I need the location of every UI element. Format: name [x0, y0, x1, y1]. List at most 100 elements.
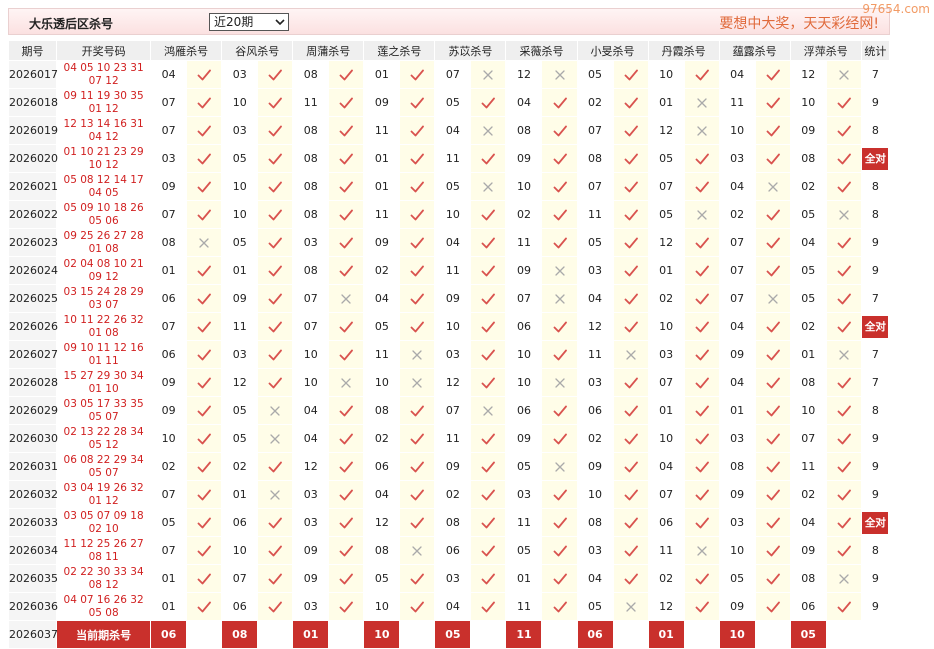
check-icon: [197, 153, 212, 164]
check-icon: [695, 181, 709, 192]
kill-result-cell: [186, 228, 223, 257]
cross-icon: [483, 125, 494, 136]
period-cell: 2026025: [7, 284, 58, 313]
check-icon: [410, 461, 425, 472]
kill-result-cell: [541, 60, 578, 89]
table-row: 2026029 03 05 17 33 35 05 07 09 05 04 08 07 06 06…: [7, 396, 891, 425]
kill-number-cell: 05: [221, 396, 259, 425]
check-icon: [837, 517, 851, 528]
kill-result-cell: [328, 60, 365, 89]
kill-result-cell: [186, 396, 223, 425]
kill-number-cell: 05: [647, 200, 685, 229]
kill-result-cell: [825, 312, 862, 341]
kill-number-cell: 06: [789, 592, 827, 621]
kill-result-cell: [328, 536, 365, 565]
kill-result-cell: [754, 60, 791, 89]
kill-result-cell: [186, 144, 223, 173]
table-row: 2026019 12 13 14 16 31 04 12 07 03 08 11 04 08 07…: [7, 116, 891, 145]
check-icon: [766, 377, 780, 388]
kill-number-cell: 08: [789, 564, 827, 593]
draw-numbers-cell: 01 10 21 23 29 10 12: [56, 144, 152, 173]
check-icon: [339, 209, 354, 220]
kill-result-cell: [683, 88, 720, 117]
check-icon: [766, 349, 780, 360]
cross-icon: [696, 97, 707, 108]
check-icon: [553, 97, 567, 108]
range-select[interactable]: 近20期: [209, 13, 289, 31]
kill-result-cell: [612, 424, 649, 453]
kill-result-cell: [683, 480, 720, 509]
check-icon: [268, 461, 283, 472]
kill-number-cell: 05: [576, 228, 614, 257]
kill-number-cell: 03: [576, 256, 614, 285]
kill-result-cell: [186, 424, 223, 453]
stat-cell: 全对: [860, 508, 891, 537]
cross-icon: [768, 293, 778, 304]
slogan-text[interactable]: 要想中大奖，天天彩经网!: [719, 13, 879, 33]
kill-number-cell: 09: [505, 144, 543, 173]
check-icon: [197, 97, 212, 108]
kill-result-cell: [825, 200, 862, 229]
check-icon: [410, 265, 425, 276]
table-header-row: 期号 开奖号码 鸿雁杀号 谷风杀号 周蒲杀号 莲之杀号 苏苡杀号 采薇杀号 小旻杀号 丹霞杀号 蕴露…: [7, 40, 891, 61]
kill-result-cell: [754, 452, 791, 481]
cross-icon: [270, 489, 280, 500]
check-icon: [410, 69, 425, 80]
stat-cell: 9: [860, 256, 891, 285]
front-numbers: 02 13 22 28 34: [63, 425, 144, 438]
kill-result-cell: [470, 452, 507, 481]
kill-result-cell: [470, 256, 507, 285]
kill-result-cell: [257, 116, 294, 145]
kill-number-cell: 08: [150, 228, 188, 257]
period-cell: 2026037: [7, 620, 58, 649]
table-row: 2026030 02 13 22 28 34 05 12 10 05 04 02 11 09 02…: [7, 424, 891, 453]
kill-number-cell: 08: [292, 144, 330, 173]
kill-result-cell: [612, 88, 649, 117]
stat-cell: 8: [860, 536, 891, 565]
kill-number-cell: 09: [434, 452, 472, 481]
stat-cell: 7: [860, 60, 891, 89]
check-icon: [339, 489, 354, 500]
period-cell: 2026029: [7, 396, 58, 425]
draw-numbers-cell: 04 07 16 26 32 05 08: [56, 592, 152, 621]
kill-result-cell: [399, 424, 436, 453]
draw-numbers-cell: 09 25 26 27 28 01 08: [56, 228, 152, 257]
front-numbers: 05 08 12 14 17: [63, 173, 144, 186]
kill-number-cell: 01: [150, 256, 188, 285]
kill-result-cell: [683, 200, 720, 229]
kill-number-cell: 10: [718, 116, 756, 145]
kill-result-cell: [612, 536, 649, 565]
check-icon: [339, 545, 354, 556]
kill-number-cell: 07: [292, 284, 330, 313]
check-icon: [410, 181, 425, 192]
check-icon: [268, 573, 283, 584]
kill-result-cell: [612, 396, 649, 425]
check-icon: [766, 237, 780, 248]
column-header: 周蒲杀号: [292, 40, 365, 61]
check-icon: [766, 153, 780, 164]
empty-cell: [683, 620, 720, 649]
stat-cell: 7: [860, 284, 891, 313]
kill-number-cell: 05: [718, 564, 756, 593]
kill-number-cell: 04: [718, 60, 756, 89]
kill-number-cell: 10: [647, 312, 685, 341]
check-icon: [339, 517, 354, 528]
cross-icon: [341, 293, 351, 304]
kill-number-cell: 09: [789, 116, 827, 145]
draw-numbers-cell: 15 27 29 30 34 01 10: [56, 368, 152, 397]
check-icon: [624, 377, 638, 388]
kill-number-cell: 02: [221, 452, 259, 481]
kill-result-cell: [612, 284, 649, 313]
cross-icon: [412, 545, 423, 556]
cross-icon: [839, 573, 849, 584]
cross-icon: [554, 265, 565, 276]
cross-icon: [696, 209, 707, 220]
check-icon: [837, 377, 851, 388]
check-icon: [695, 237, 709, 248]
check-icon: [624, 573, 638, 584]
check-icon: [553, 601, 567, 612]
period-cell: 2026034: [7, 536, 58, 565]
back-numbers: 05 07: [88, 466, 119, 479]
period-cell: 2026035: [7, 564, 58, 593]
check-icon: [553, 125, 567, 136]
